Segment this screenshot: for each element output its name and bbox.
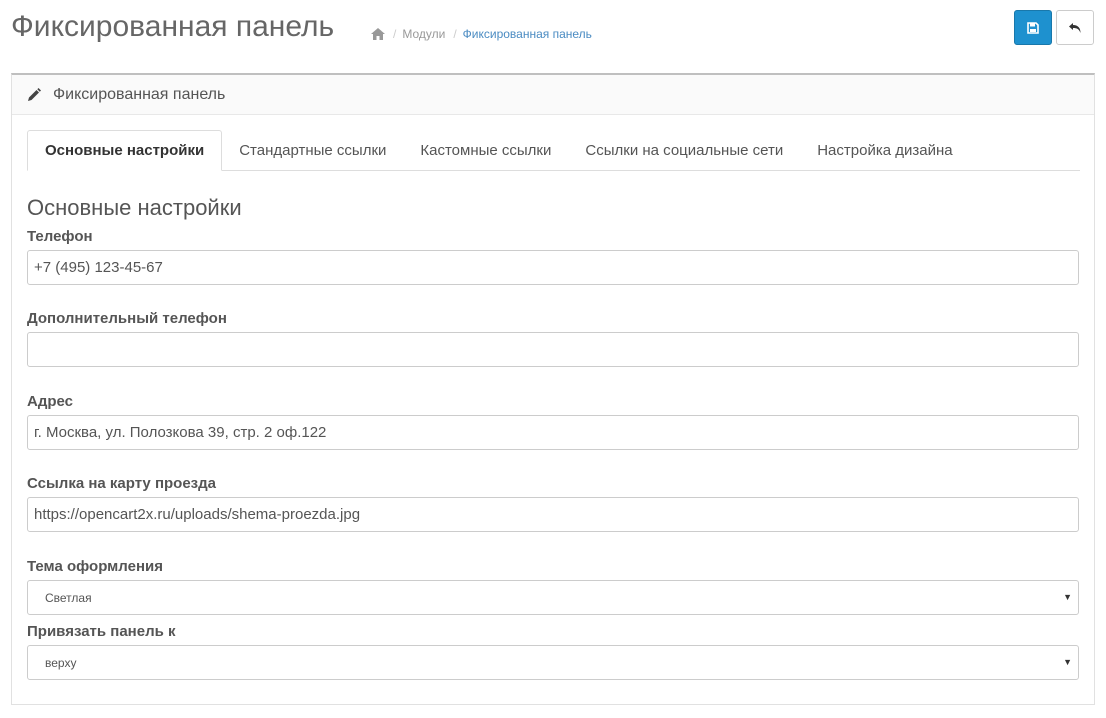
breadcrumb-separator: /	[453, 27, 457, 41]
tab-custom-links[interactable]: Кастомные ссылки	[403, 130, 568, 171]
back-button[interactable]	[1056, 10, 1094, 45]
map-link-label: Ссылка на карту проезда	[27, 475, 216, 492]
phone-label: Телефон	[27, 228, 93, 245]
tab-social-links[interactable]: Ссылки на социальные сети	[568, 130, 800, 171]
extra-phone-label: Дополнительный телефон	[27, 310, 227, 327]
attach-label: Привязать панель к	[27, 623, 176, 640]
tab-main-settings[interactable]: Основные настройки	[27, 130, 223, 171]
save-button[interactable]	[1014, 10, 1052, 45]
home-icon[interactable]	[371, 28, 385, 40]
map-link-field[interactable]	[27, 497, 1079, 532]
section-title: Основные настройки	[27, 195, 242, 220]
tab-design-settings[interactable]: Настройка дизайна	[800, 130, 969, 171]
tab-standard-links[interactable]: Стандартные ссылки	[222, 130, 403, 171]
theme-select[interactable]: Светлая ▼	[27, 580, 1079, 615]
reply-arrow-icon	[1069, 22, 1081, 33]
phone-field[interactable]	[27, 250, 1079, 285]
address-label: Адрес	[27, 393, 74, 410]
settings-tabs: Основные настройки Стандартные ссылки Ка…	[27, 130, 1080, 171]
panel-heading: Фиксированная панель	[12, 75, 1094, 115]
extra-phone-field[interactable]	[27, 332, 1079, 367]
theme-label: Тема оформления	[27, 558, 163, 575]
theme-select-value: Светлая	[45, 590, 92, 605]
pencil-icon	[27, 87, 41, 102]
caret-down-icon: ▼	[1063, 592, 1072, 602]
breadcrumb: / Модули / Фиксированная панель	[371, 27, 600, 41]
attach-select-value: верху	[45, 655, 77, 670]
breadcrumb-separator: /	[393, 27, 397, 41]
breadcrumb-current-link[interactable]: Фиксированная панель	[463, 27, 592, 41]
floppy-disk-icon	[1027, 21, 1039, 34]
breadcrumb-modules-link[interactable]: Модули	[402, 27, 445, 41]
caret-down-icon: ▼	[1063, 657, 1072, 667]
attach-select[interactable]: верху ▼	[27, 645, 1079, 680]
settings-panel: Фиксированная панель Основные настройки …	[11, 73, 1095, 705]
page-title: Фиксированная панель	[11, 10, 335, 43]
address-field[interactable]	[27, 415, 1079, 450]
panel-title: Фиксированная панель	[53, 85, 226, 103]
